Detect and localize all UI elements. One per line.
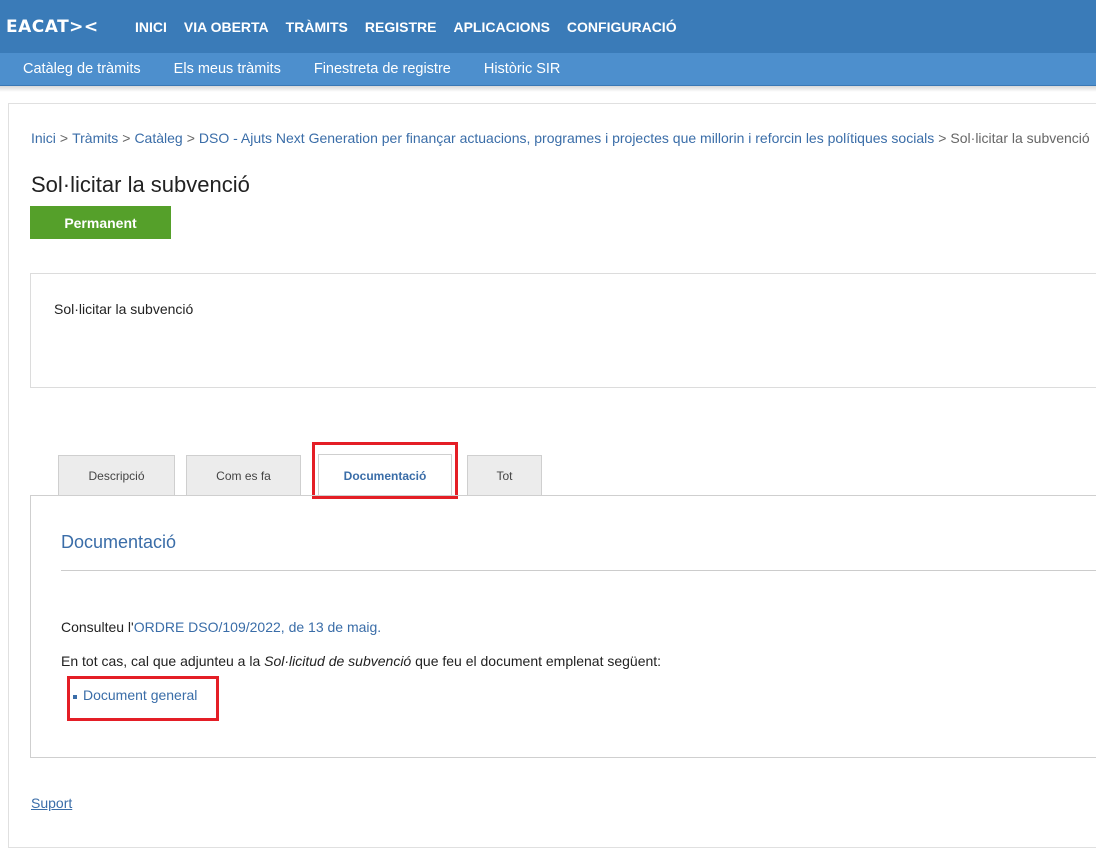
sub-nav: Catàleg de tràmits Els meus tràmits Fine… — [23, 53, 593, 85]
subnav-finestreta-registre[interactable]: Finestreta de registre — [314, 61, 451, 77]
page-title: Sol·licitar la subvenció — [31, 172, 250, 197]
tab-descripcio[interactable]: Descripció — [58, 455, 175, 496]
attach-emphasis: Sol·licitud de subvenció — [264, 653, 412, 669]
breadcrumb-separator: > — [59, 130, 69, 146]
breadcrumb-separator: > — [186, 130, 195, 146]
sub-bar: Catàleg de tràmits Els meus tràmits Fine… — [0, 53, 1096, 86]
breadcrumb: Inici > Tràmits > Catàleg > DSO - Ajuts Next G… — [31, 130, 1090, 146]
tab-com-es-fa[interactable]: Com es fa — [186, 455, 301, 496]
breadcrumb-cataleg[interactable]: Catàleg — [134, 130, 182, 146]
breadcrumb-tramits[interactable]: Tràmits — [72, 130, 118, 146]
support-link[interactable]: Suport — [31, 795, 72, 811]
highlight-box-document — [67, 676, 219, 721]
top-bar: EACAT>< INICI VIA OBERTA TRÀMITS REGISTR… — [0, 0, 1096, 53]
nav-aplicacions[interactable]: APLICACIONS — [453, 19, 549, 35]
consult-prefix: Consulteu l' — [61, 619, 134, 635]
subnav-historic-sir[interactable]: Històric SIR — [484, 61, 561, 77]
description-text: Sol·licitar la subvenció — [54, 301, 194, 317]
ordre-link[interactable]: ORDRE DSO/109/2022, de 13 de maig. — [134, 619, 381, 635]
breadcrumb-dso-ajuts[interactable]: DSO - Ajuts Next Generation per finançar… — [199, 130, 934, 146]
nav-registre[interactable]: REGISTRE — [365, 19, 437, 35]
status-badge: Permanent — [30, 206, 171, 239]
panel-divider — [61, 570, 1096, 571]
attach-suffix: que feu el document emplenat següent: — [411, 653, 662, 669]
nav-inici[interactable]: INICI — [135, 19, 167, 35]
subnav-meus-tramits[interactable]: Els meus tràmits — [174, 61, 281, 77]
consult-paragraph: Consulteu l'ORDRE DSO/109/2022, de 13 de… — [61, 619, 381, 635]
attach-prefix: En tot cas, cal que adjunteu a la — [61, 653, 265, 669]
nav-tramits[interactable]: TRÀMITS — [286, 19, 348, 35]
breadcrumb-inici[interactable]: Inici — [31, 130, 56, 146]
attach-paragraph: En tot cas, cal que adjunteu a la Sol·li… — [61, 653, 661, 669]
panel-title: Documentació — [61, 532, 177, 552]
breadcrumb-current: Sol·licitar la subvenció — [950, 130, 1090, 146]
subnav-cataleg-tramits[interactable]: Catàleg de tràmits — [23, 61, 141, 77]
breadcrumb-separator: > — [122, 130, 131, 146]
main-nav: INICI VIA OBERTA TRÀMITS REGISTRE APLICA… — [135, 0, 694, 53]
nav-configuracio[interactable]: CONFIGURACIÓ — [567, 19, 677, 35]
tab-tot[interactable]: Tot — [467, 455, 542, 496]
highlight-box-tab — [312, 442, 458, 499]
eacat-logo[interactable]: EACAT>< — [6, 17, 99, 37]
description-box: Sol·licitar la subvenció — [30, 273, 1096, 388]
header-shadow — [0, 86, 1096, 92]
breadcrumb-separator: > — [938, 130, 947, 146]
nav-via-oberta[interactable]: VIA OBERTA — [184, 19, 269, 35]
